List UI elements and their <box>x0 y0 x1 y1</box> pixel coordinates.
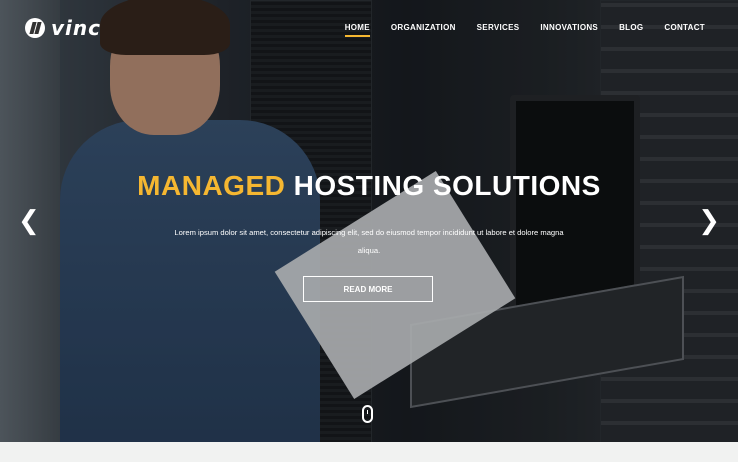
section-divider <box>0 442 738 462</box>
nav-item-blog[interactable]: BLOG <box>619 23 643 37</box>
hero-headline: MANAGED HOSTING SOLUTIONS <box>0 170 738 202</box>
logo-icon <box>25 18 45 38</box>
brand-name: vinc <box>51 16 101 40</box>
hero-headline-accent: MANAGED <box>137 170 286 201</box>
nav-item-services[interactable]: SERVICES <box>477 23 520 37</box>
mouse-scroll-icon[interactable] <box>362 405 373 423</box>
nav-item-contact[interactable]: CONTACT <box>664 23 705 37</box>
chevron-left-icon[interactable]: ❮ <box>18 208 40 234</box>
read-more-button[interactable]: READ MORE <box>303 276 433 302</box>
hero-slider: vinc HOME ORGANIZATION SERVICES INNOVATI… <box>0 0 738 442</box>
brand-logo[interactable]: vinc <box>25 16 101 40</box>
nav-item-innovations[interactable]: INNOVATIONS <box>540 23 598 37</box>
chevron-right-icon[interactable]: ❯ <box>698 208 720 234</box>
hero-headline-rest: HOSTING SOLUTIONS <box>293 170 601 201</box>
nav-item-organization[interactable]: ORGANIZATION <box>391 23 456 37</box>
hero-overlay <box>0 0 738 442</box>
nav-item-home[interactable]: HOME <box>344 23 371 37</box>
main-nav: HOME ORGANIZATION SERVICES INNOVATIONS B… <box>344 23 705 37</box>
hero-description: Lorem ipsum dolor sit amet, consectetur … <box>174 228 564 255</box>
